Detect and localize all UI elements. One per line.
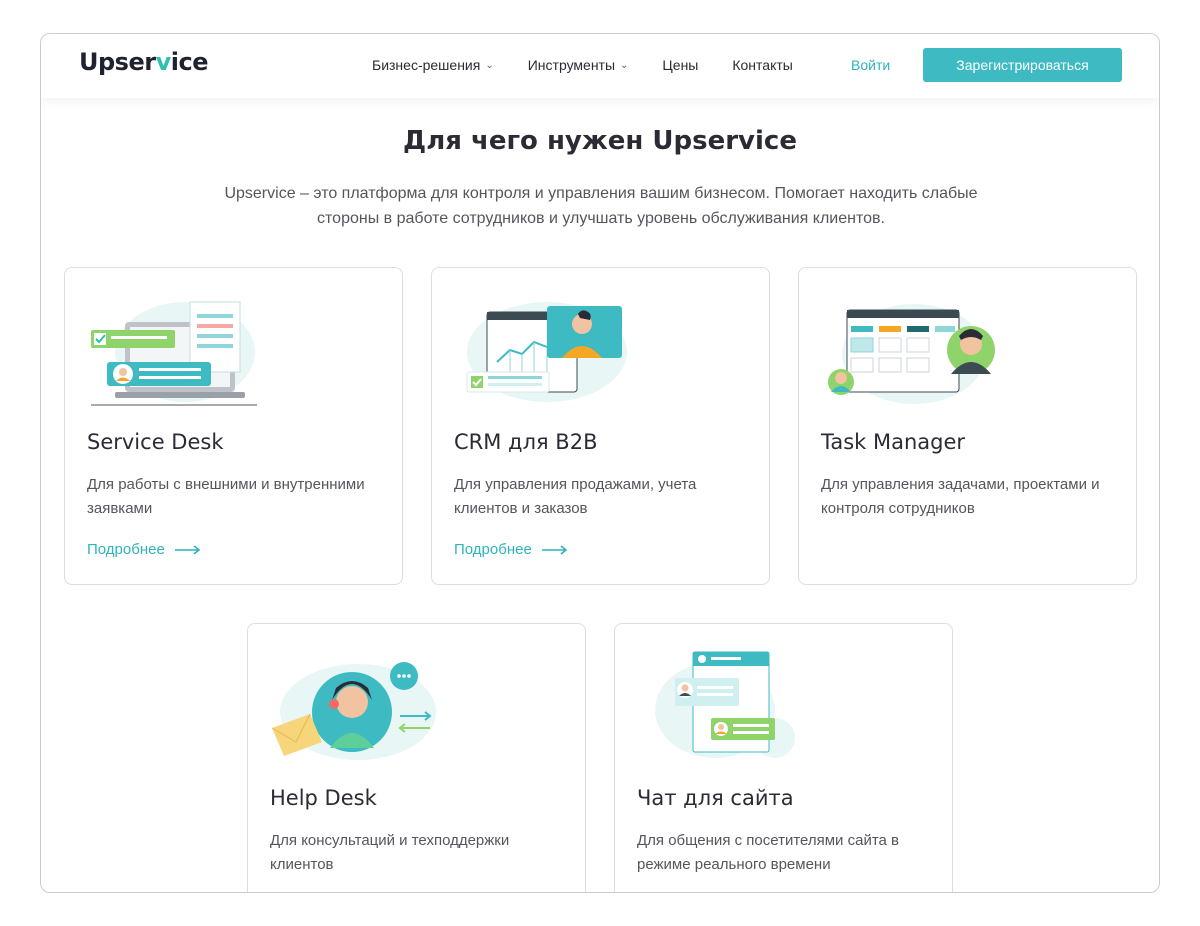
more-link[interactable]: Подробнее: [87, 541, 201, 558]
register-button[interactable]: Зарегистрироваться: [923, 48, 1122, 82]
logo[interactable]: Upservice: [79, 48, 208, 76]
card-description: Для работы с внешними и внутренними заяв…: [87, 476, 365, 517]
more-link[interactable]: Подробнее: [454, 541, 568, 558]
chevron-down-icon: ⌄: [620, 59, 629, 71]
card-description: Для управления задачами, проектами и кон…: [821, 476, 1100, 517]
login-link[interactable]: Войти: [851, 57, 890, 73]
card-description: Для консультаций и техподдержки клиентов: [270, 832, 510, 873]
card-title: Task Manager: [821, 430, 966, 454]
crm-illustration: [466, 302, 627, 402]
browser-frame: Upservice Бизнес-решения ⌄ Инструменты ⌄ Ц…: [40, 33, 1160, 893]
nav-item-business-solutions[interactable]: Бизнес-решения ⌄: [372, 57, 494, 73]
nav-item-contacts[interactable]: Контакты: [732, 57, 792, 73]
arrow-right-icon: [174, 544, 201, 555]
card-description: Для управления продажами, учета клиентов…: [454, 476, 697, 517]
card-title: Чат для сайта: [637, 786, 794, 810]
chat-illustration: [655, 651, 795, 758]
chevron-down-icon: ⌄: [485, 59, 494, 71]
page-subtitle: Upservice – это платформа для контроля и…: [224, 185, 978, 227]
site-header: Upservice Бизнес-решения ⌄ Инструменты ⌄ Ц…: [41, 34, 1159, 98]
product-card-service-desk[interactable]: Service Desk Для работы с внешними и вну…: [64, 267, 403, 585]
nav-item-tools[interactable]: Инструменты ⌄: [528, 57, 629, 73]
product-card-task-manager[interactable]: Task Manager Для управления задачами, пр…: [798, 267, 1137, 585]
arrow-right-icon: [541, 544, 568, 555]
product-card-crm[interactable]: CRM для B2B Для управления продажами, уч…: [431, 267, 770, 585]
card-title: CRM для B2B: [454, 430, 598, 454]
service-desk-illustration: [91, 301, 257, 406]
product-card-help-desk[interactable]: Help Desk Для консультаций и техподдержк…: [247, 623, 586, 892]
task-manager-illustration: [828, 304, 995, 404]
card-description: Для общения с посетителями сайта в режим…: [637, 832, 900, 873]
product-card-chat[interactable]: Чат для сайта Для общения с посетителями…: [614, 623, 953, 892]
card-title: Service Desk: [87, 430, 224, 454]
nav-item-prices[interactable]: Цены: [662, 57, 698, 73]
page-title: Для чего нужен Upservice: [403, 126, 797, 156]
help-desk-illustration: [271, 662, 436, 760]
card-title: Help Desk: [270, 786, 377, 810]
main-nav: Бизнес-решения ⌄ Инструменты ⌄ Цены Контак…: [372, 57, 827, 73]
